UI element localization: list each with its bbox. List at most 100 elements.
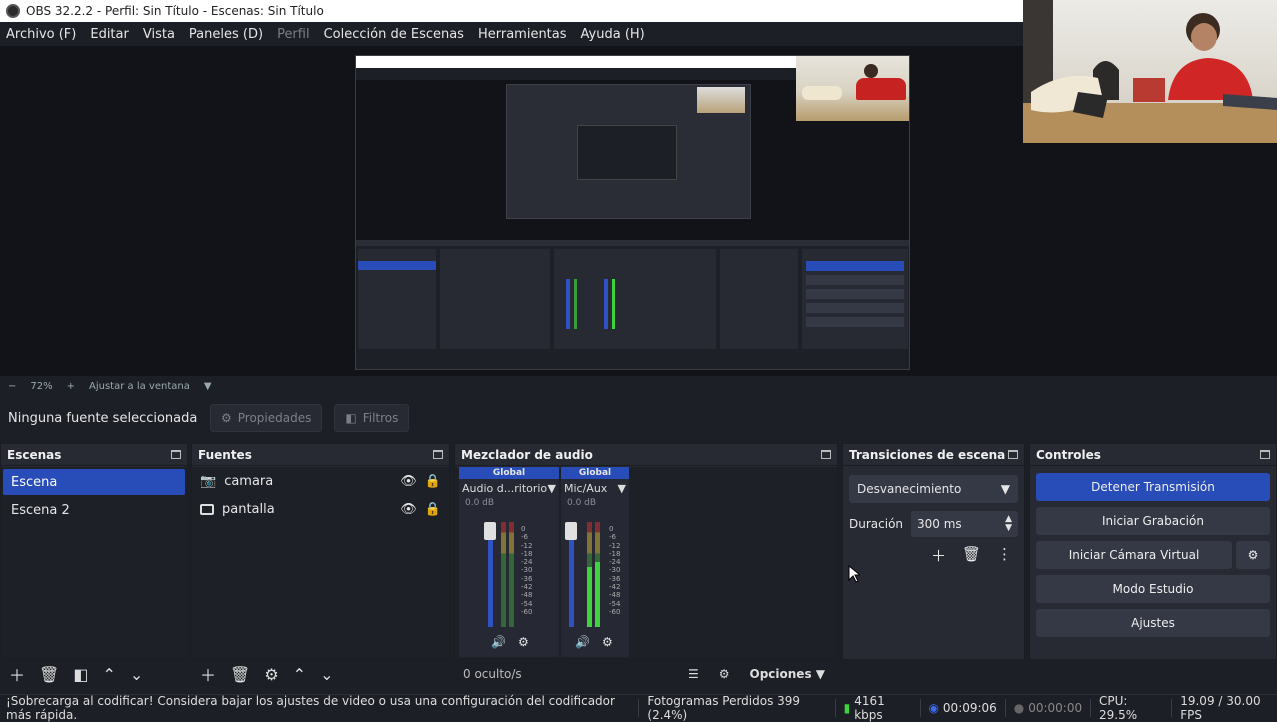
source-label: pantalla — [222, 501, 275, 517]
volume-fader-knob[interactable] — [484, 522, 496, 540]
webcam-image — [1023, 0, 1277, 143]
speaker-icon[interactable]: 🔊 — [575, 635, 590, 649]
menu-paneles[interactable]: Paneles (D) — [189, 27, 263, 42]
spinner-icon[interactable]: ▲ ▼ — [1005, 515, 1012, 533]
gear-icon[interactable]: ⚙ — [264, 665, 278, 684]
menu-editar[interactable]: Editar — [90, 27, 129, 42]
lock-icon[interactable]: 🔒 — [425, 502, 441, 517]
volume-fader[interactable] — [488, 527, 493, 627]
arrow-down-icon[interactable]: ⌄ — [130, 665, 143, 684]
record-time: 00:00:00 — [1028, 700, 1083, 715]
mixer-title: Mezclador de audio — [461, 447, 593, 462]
gear-icon[interactable]: ⚙ — [518, 635, 529, 649]
mixer-options-button[interactable]: Opciones ▼ — [750, 667, 826, 681]
zoom-fit-select[interactable]: Ajustar a la ventana — [89, 381, 190, 392]
scene-item[interactable]: Escena 2 — [3, 497, 185, 523]
duration-input[interactable]: 300 ms ▲ ▼ — [911, 511, 1018, 537]
nested-webcam — [697, 87, 745, 113]
stop-stream-button[interactable]: Detener Transmisión — [1036, 473, 1270, 501]
undock-icon[interactable] — [171, 450, 181, 459]
menu-perfil[interactable]: Perfil — [277, 27, 310, 42]
hidden-count: 0 oculto/s — [463, 667, 522, 681]
chevron-down-icon: ▼ — [617, 482, 626, 495]
filter-icon: ◧ — [345, 411, 357, 425]
arrow-up-icon[interactable]: ⌃ — [102, 665, 115, 684]
start-recording-button[interactable]: Iniciar Grabación — [1036, 507, 1270, 535]
trash-icon[interactable]: 🗑 — [39, 665, 59, 684]
channel-db: 0.0 dB — [465, 498, 495, 508]
nested-preview-inner — [577, 125, 677, 180]
properties-button[interactable]: ⚙ Propiedades — [210, 404, 323, 432]
scenes-list: Escena Escena 2 — [1, 467, 187, 659]
mixer-layout-icon[interactable]: ☰ — [688, 667, 699, 681]
preview-canvas[interactable] — [355, 55, 910, 370]
filters-button[interactable]: ◧ Filtros — [334, 404, 410, 432]
scene-item[interactable]: Escena — [3, 469, 185, 495]
window-title: OBS 32.2.2 - Perfil: Sin Título - Escena… — [26, 4, 324, 18]
undock-icon[interactable] — [1260, 450, 1270, 459]
more-icon[interactable]: ⋮ — [997, 545, 1012, 566]
mixer-toolbar: 0 oculto/s ☰ ⚙ Opciones ▼ — [455, 659, 837, 689]
filter-icon[interactable]: ◧ — [73, 665, 88, 684]
settings-button[interactable]: Ajustes — [1036, 609, 1270, 637]
source-item[interactable]: pantalla 👁 🔒 — [192, 495, 449, 523]
undock-icon[interactable] — [1008, 450, 1018, 459]
advanced-audio-icon[interactable]: ⚙ — [719, 667, 730, 681]
arrow-down-icon[interactable]: ⌄ — [320, 665, 333, 684]
gear-icon: ⚙ — [1247, 548, 1259, 562]
encoder-warning: ¡Sobrecarga al codificar! Considera baja… — [6, 693, 615, 722]
controls-title: Controles — [1036, 447, 1101, 462]
scenes-title: Escenas — [7, 447, 62, 462]
menu-ayuda[interactable]: Ayuda (H) — [581, 27, 645, 42]
trash-icon[interactable]: 🗑 — [962, 545, 981, 566]
add-icon[interactable]: ＋ — [931, 545, 946, 566]
chevron-down-icon: ▼ — [1000, 482, 1010, 496]
trash-icon[interactable]: 🗑 — [230, 665, 250, 684]
source-label: camara — [224, 473, 274, 489]
zoom-in-button[interactable]: + — [67, 381, 75, 392]
studio-mode-button[interactable]: Modo Estudio — [1036, 575, 1270, 603]
add-icon[interactable]: ＋ — [200, 662, 216, 686]
eye-icon[interactable]: 👁 — [400, 502, 417, 517]
add-icon[interactable]: ＋ — [9, 662, 25, 686]
volume-fader-knob[interactable] — [565, 522, 577, 540]
obs-logo-icon — [6, 4, 20, 18]
stream-time: 00:09:06 — [942, 700, 997, 715]
volume-fader[interactable] — [569, 527, 574, 627]
cpu-usage: CPU: 29.5% — [1099, 693, 1138, 722]
nested-docks — [356, 246, 909, 369]
controls-dock: Controles Detener Transmisión Iniciar Gr… — [1029, 443, 1277, 660]
virtual-camera-settings-button[interactable]: ⚙ — [1236, 541, 1270, 569]
level-meter-active — [595, 562, 600, 627]
virtual-camera-button[interactable]: Iniciar Cámara Virtual — [1036, 541, 1232, 569]
sources-dock: Fuentes 📷 camara 👁 🔒 pantalla 👁 🔒 ＋ 🗑 ⚙ … — [191, 443, 450, 685]
channel-name-select[interactable]: Mic/Aux ▼ — [561, 479, 629, 498]
menu-coleccion[interactable]: Colección de Escenas — [324, 27, 464, 42]
level-meter — [501, 522, 506, 627]
zoom-bar: − 72% + Ajustar a la ventana ▼ — [0, 376, 1277, 396]
context-bar: Ninguna fuente seleccionada ⚙ Propiedade… — [0, 398, 1277, 438]
menu-herramientas[interactable]: Herramientas — [478, 27, 567, 42]
zoom-out-button[interactable]: − — [8, 381, 16, 392]
transition-select[interactable]: Desvanecimiento ▼ — [849, 475, 1018, 503]
level-meter-active — [587, 567, 592, 627]
eye-icon[interactable]: 👁 — [400, 474, 417, 489]
zoom-level: 72% — [30, 380, 53, 392]
gear-icon: ⚙ — [221, 411, 232, 425]
gear-icon[interactable]: ⚙ — [602, 635, 613, 649]
menu-archivo[interactable]: Archivo (F) — [6, 27, 76, 42]
channel-name-select[interactable]: Audio d...ritorio ▼ — [459, 479, 559, 498]
menu-vista[interactable]: Vista — [143, 27, 175, 42]
dropped-frames: Fotogramas Perdidos 399 (2.4%) — [647, 693, 801, 722]
source-item[interactable]: 📷 camara 👁 🔒 — [192, 467, 449, 495]
bitrate: 4161 kbps — [854, 693, 885, 722]
arrow-up-icon[interactable]: ⌃ — [293, 665, 306, 684]
lock-icon[interactable]: 🔒 — [425, 474, 441, 489]
undock-icon[interactable] — [821, 450, 831, 459]
speaker-icon[interactable]: 🔊 — [491, 635, 506, 649]
scene-label: Escena 2 — [11, 502, 70, 518]
chevron-down-icon[interactable]: ▼ — [204, 381, 212, 392]
undock-icon[interactable] — [433, 450, 443, 459]
transitions-body: Desvanecimiento ▼ Duración 300 ms ▲ ▼ ＋ 🗑 ⋮ — [843, 467, 1024, 659]
chevron-down-icon: ▼ — [547, 482, 556, 495]
